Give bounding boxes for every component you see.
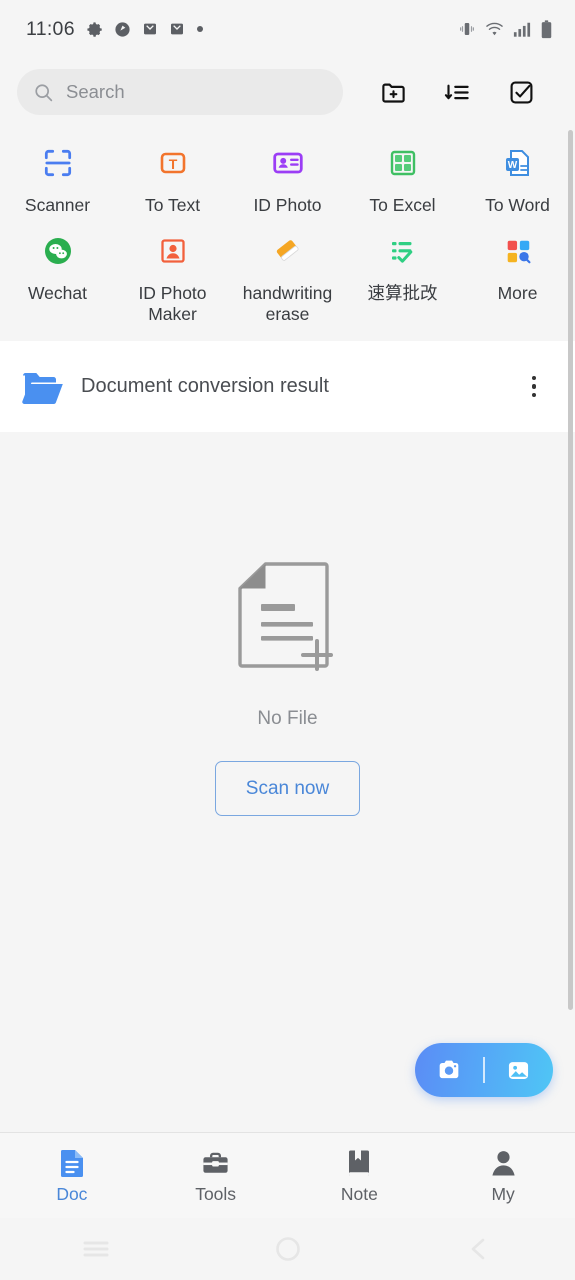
- tool-more[interactable]: More: [460, 216, 575, 325]
- person-icon: [490, 1146, 517, 1178]
- eraser-icon: [265, 228, 311, 274]
- search-icon: [35, 83, 53, 101]
- status-bar-left: 11:06: [26, 18, 204, 41]
- tool-label: Scanner: [24, 195, 91, 215]
- id-card-icon: [265, 140, 311, 186]
- tool-id-photo-maker[interactable]: ID Photo Maker: [115, 216, 230, 325]
- signal-icon: [513, 22, 531, 37]
- document-add-icon: [237, 562, 333, 671]
- scan-now-button[interactable]: Scan now: [215, 761, 360, 816]
- tool-label: To Text: [144, 195, 201, 215]
- more-vertical-icon: [531, 384, 537, 389]
- open-folder-icon: [22, 372, 63, 404]
- folder-name: Document conversion result: [81, 375, 329, 397]
- svg-text:W: W: [507, 160, 517, 171]
- bottom-navigation: Doc Tools Note My: [0, 1132, 575, 1218]
- nav-tab-note[interactable]: Note: [288, 1146, 432, 1205]
- camera-icon: [439, 1060, 459, 1079]
- mail-icon: [143, 23, 156, 35]
- tool-handwriting-erase[interactable]: handwriting erase: [230, 216, 345, 325]
- list-check-icon: [380, 228, 426, 274]
- empty-state: No File Scan now: [0, 432, 575, 816]
- folder-menu-button[interactable]: [517, 368, 551, 406]
- tool-label: 速算批改: [367, 283, 438, 303]
- nav-label: Note: [340, 1184, 378, 1204]
- circle-icon: [275, 1237, 300, 1261]
- tool-label: ID Photo: [253, 195, 322, 215]
- tool-scanner[interactable]: Scanner: [0, 132, 115, 216]
- checkbox-check-icon: [510, 81, 532, 103]
- wifi-icon: [486, 22, 503, 35]
- folder-plus-icon: [381, 83, 405, 103]
- tool-id-photo[interactable]: ID Photo: [230, 132, 345, 216]
- vibrate-icon: [460, 23, 474, 35]
- word-doc-icon: W: [495, 140, 541, 186]
- sort-button[interactable]: [425, 69, 489, 115]
- search-input[interactable]: Search: [17, 69, 343, 115]
- tool-quick-calc-correction[interactable]: 速算批改: [345, 216, 460, 325]
- nav-tab-my[interactable]: My: [431, 1146, 575, 1205]
- status-time: 11:06: [26, 17, 75, 40]
- tool-label: To Excel: [369, 195, 436, 215]
- more-vertical-icon: [531, 375, 537, 381]
- chevron-left-icon: [471, 1238, 485, 1260]
- nav-label: My: [491, 1184, 515, 1204]
- file-list-area: No File Scan now: [0, 432, 575, 1122]
- text-t-icon: T: [150, 140, 196, 186]
- tool-label: More: [497, 283, 538, 303]
- menu-lines-icon: [83, 1241, 109, 1257]
- grid-more-icon: [495, 228, 541, 274]
- android-back-button[interactable]: [383, 1235, 575, 1263]
- scrollbar[interactable]: [568, 130, 573, 1010]
- top-actions: [361, 69, 553, 115]
- nav-tab-doc[interactable]: Doc: [0, 1146, 144, 1205]
- wechat-icon: [35, 228, 81, 274]
- image-icon: [509, 1061, 529, 1079]
- tool-to-word[interactable]: W To Word: [460, 132, 575, 216]
- svg-text:T: T: [168, 156, 177, 172]
- tool-to-excel[interactable]: To Excel: [345, 132, 460, 216]
- gear-icon: [87, 21, 102, 37]
- tool-label: ID Photo Maker: [138, 283, 207, 324]
- app-screen: 11:06 Search Scanner T To Text ID Photo …: [0, 0, 575, 1280]
- folder-row[interactable]: Document conversion result: [0, 341, 575, 432]
- quick-tools-row-2: Wechat ID Photo Maker handwriting erase …: [0, 216, 575, 325]
- dot-icon: [196, 26, 203, 32]
- search-row: Search: [0, 58, 575, 126]
- tool-label: Wechat: [27, 283, 87, 303]
- excel-grid-icon: [380, 140, 426, 186]
- person-frame-icon: [150, 228, 196, 274]
- nav-label: Tools: [195, 1184, 237, 1204]
- tool-wechat[interactable]: Wechat: [0, 216, 115, 325]
- sort-list-icon: [444, 84, 469, 99]
- new-folder-button[interactable]: [361, 69, 425, 115]
- tool-label: To Word: [485, 195, 550, 215]
- document-icon: [58, 1146, 86, 1178]
- fab-gallery-button[interactable]: [485, 1057, 553, 1084]
- mail-icon: [170, 23, 183, 35]
- empty-state-text: No File: [257, 708, 318, 729]
- nav-tab-tools[interactable]: Tools: [144, 1146, 288, 1205]
- quick-tools-grid: Scanner T To Text ID Photo To Excel W To…: [0, 126, 575, 341]
- quick-tools-row-1: Scanner T To Text ID Photo To Excel W To…: [0, 132, 575, 216]
- status-bar-right: [458, 19, 553, 39]
- android-recents-button[interactable]: [0, 1236, 192, 1262]
- select-button[interactable]: [489, 69, 553, 115]
- bookmark-icon: [346, 1146, 372, 1178]
- android-home-button[interactable]: [192, 1235, 384, 1263]
- fab-camera-button[interactable]: [415, 1056, 483, 1084]
- nav-label: Doc: [56, 1184, 88, 1204]
- floating-action-bar: [415, 1043, 553, 1097]
- more-vertical-icon: [531, 392, 537, 398]
- android-navigation-bar: [0, 1218, 575, 1280]
- search-placeholder: Search: [66, 81, 125, 102]
- tool-to-text[interactable]: T To Text: [115, 132, 230, 216]
- clock-icon: [115, 21, 130, 37]
- toolbox-icon: [201, 1146, 230, 1178]
- status-bar: 11:06: [0, 0, 575, 58]
- tool-label: handwriting erase: [242, 283, 333, 324]
- scan-frame-icon: [35, 140, 81, 186]
- battery-icon: [541, 19, 552, 38]
